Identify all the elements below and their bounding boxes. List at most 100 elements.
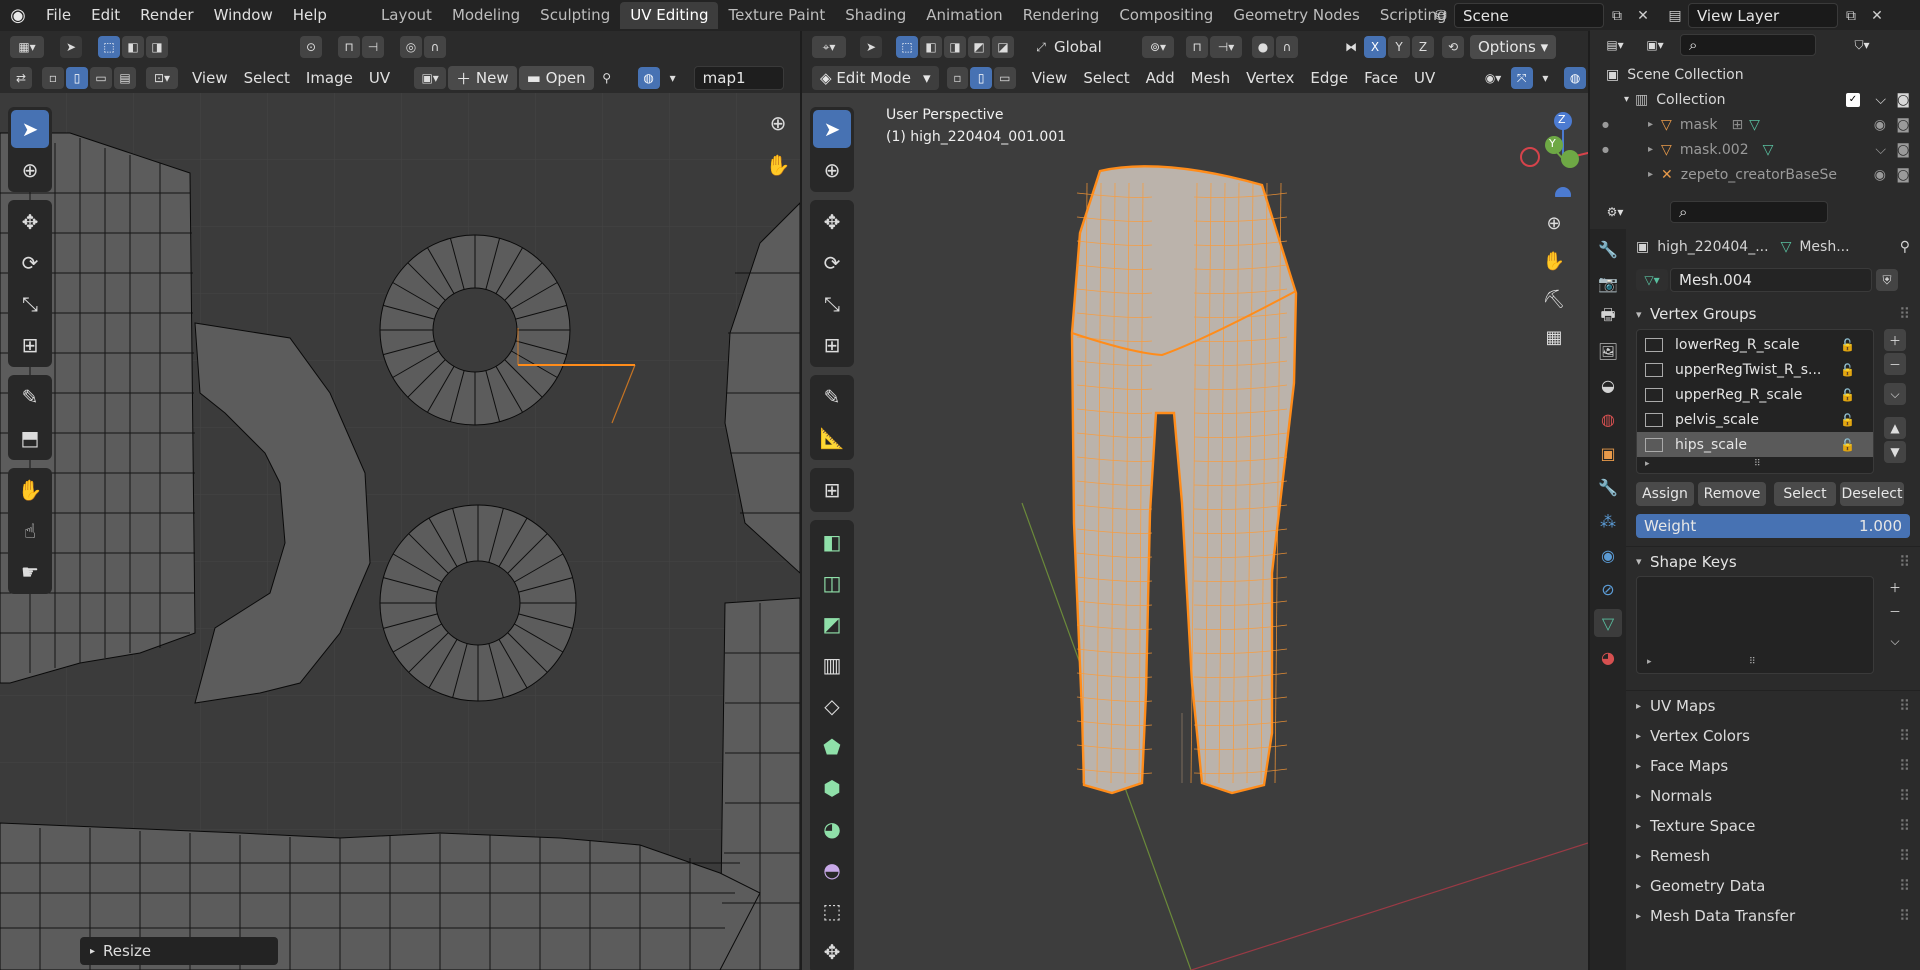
move-up-icon[interactable]: ▲ xyxy=(1884,417,1906,439)
section-mesh-data-transfer[interactable]: ▸ Mesh Data Transfer ⠿ xyxy=(1626,901,1920,931)
select-extend-icon[interactable]: ◧ xyxy=(122,36,144,58)
uv-sync-icon[interactable]: ⇄ xyxy=(10,67,32,89)
proportional-falloff-icon[interactable]: ∩ xyxy=(1276,36,1298,58)
close-view-layer-icon[interactable]: ✕ xyxy=(1864,3,1890,28)
viewport-zoom-icon[interactable]: ⊕ xyxy=(1538,207,1570,239)
mesh-name-field[interactable]: Mesh.004 xyxy=(1670,268,1872,292)
spin-icon[interactable]: ⬢ xyxy=(813,769,851,807)
viewport-pan-icon[interactable]: ✋ xyxy=(1538,245,1570,277)
properties-search-input[interactable]: ⌕ xyxy=(1670,201,1828,223)
vertex-group-list[interactable]: lowerReg_R_scale 🔓 upperRegTwist_R_s... 🔓 … xyxy=(1636,329,1874,474)
tab-sculpting[interactable]: Sculpting xyxy=(530,2,620,29)
extrude-icon[interactable]: ◧ xyxy=(813,523,851,561)
tab-shading[interactable]: Shading xyxy=(835,2,916,29)
lock-icon[interactable]: 🔓 xyxy=(1840,413,1855,427)
camera-view-icon[interactable]: ⛏ xyxy=(1538,283,1570,315)
drag-handle-icon[interactable]: ⠿ xyxy=(1899,907,1910,925)
outliner-scene-collection[interactable]: ▣ Scene Collection xyxy=(1590,62,1920,87)
drag-handle-icon[interactable]: ⠿ xyxy=(1899,727,1910,745)
edge-select-icon[interactable]: ▯ xyxy=(66,67,88,89)
drag-handle-icon[interactable]: ⠿ xyxy=(1899,787,1910,805)
list-filter-arrow-icon[interactable]: ▸ xyxy=(1645,459,1650,469)
box-extend-icon[interactable]: ◧ xyxy=(920,36,942,58)
image-browse-icon[interactable]: ▣▾ xyxy=(414,67,447,89)
pan-hand-icon[interactable]: ✋ xyxy=(762,149,794,181)
list-resize-handle-icon[interactable]: ⠿ xyxy=(1749,657,1756,667)
section-texture-space[interactable]: ▸ Texture Space ⠿ xyxy=(1626,811,1920,841)
drag-handle-icon[interactable]: ⠿ xyxy=(1899,817,1910,835)
outliner-editor-type-icon[interactable]: ▤▾ xyxy=(1598,34,1632,56)
poly-build-icon[interactable]: ⬟ xyxy=(813,728,851,766)
viewport-menu-mesh[interactable]: Mesh xyxy=(1183,69,1239,87)
viewport-transform-icon[interactable]: ⊞ xyxy=(813,326,851,364)
vertex-groups-panel-header[interactable]: ▾ Vertex Groups ⠿ xyxy=(1626,299,1920,329)
drag-handle-icon[interactable]: ⠿ xyxy=(1899,757,1910,775)
camera-icon[interactable]: ◙ xyxy=(1896,142,1910,158)
menu-render[interactable]: Render xyxy=(130,0,203,31)
outliner-item-zepeto[interactable]: ▸ ✕ zepeto_creatorBaseSe ◉ ◙ xyxy=(1590,162,1920,187)
viewport-menu-edge[interactable]: Edge xyxy=(1302,69,1356,87)
box-intersect-icon[interactable]: ◪ xyxy=(992,36,1014,58)
section-vertex-colors[interactable]: ▸ Vertex Colors ⠿ xyxy=(1626,721,1920,751)
viewport-select-box-icon[interactable]: ➤ xyxy=(813,110,851,148)
viewport-snap-icon[interactable]: ⊓ xyxy=(1186,36,1208,58)
viewport-cursor-icon[interactable]: ⊕ xyxy=(813,151,851,189)
bevel-icon[interactable]: ◩ xyxy=(813,605,851,643)
box-new-icon[interactable]: ⬚ xyxy=(896,36,918,58)
rip-region-icon[interactable]: ✥ xyxy=(813,933,851,970)
physics-tab-icon[interactable]: ◉ xyxy=(1594,541,1622,569)
display-mode-icon[interactable]: ▣▾ xyxy=(1638,34,1672,56)
zoom-icon[interactable]: ⊕ xyxy=(762,107,794,139)
shear-icon[interactable]: ⬚ xyxy=(813,892,851,930)
perspective-toggle-icon[interactable]: ▦ xyxy=(1538,321,1570,353)
snap-target-icon[interactable]: ⊣ xyxy=(362,36,384,58)
vertex-group-item[interactable]: pelvis_scale 🔓 xyxy=(1637,407,1873,432)
copy-scene-icon[interactable]: ⧉ xyxy=(1604,3,1630,28)
fake-user-icon[interactable]: ⛨ xyxy=(1876,269,1898,291)
output-tab-icon[interactable]: 🖶 xyxy=(1594,303,1622,331)
uv-menu-uv[interactable]: UV xyxy=(361,69,398,87)
section-remesh[interactable]: ▸ Remesh ⠿ xyxy=(1626,841,1920,871)
axis-y-toggle[interactable]: Y xyxy=(1388,36,1410,58)
smooth-icon[interactable]: ◕ xyxy=(813,810,851,848)
remove-shape-key-icon[interactable]: － xyxy=(1884,600,1906,622)
select-tool-icon[interactable]: ➤ xyxy=(60,36,82,58)
move-down-icon[interactable]: ▼ xyxy=(1884,441,1906,463)
knife-icon[interactable]: ◇ xyxy=(813,687,851,725)
menu-file[interactable]: File xyxy=(36,0,81,31)
box-subtract-icon[interactable]: ◨ xyxy=(944,36,966,58)
rip-tool-icon[interactable]: ⬒ xyxy=(11,419,49,457)
tab-geometry-nodes[interactable]: Geometry Nodes xyxy=(1223,2,1370,29)
tab-modeling[interactable]: Modeling xyxy=(442,2,530,29)
mesh-browse-icon[interactable]: ▽▾ xyxy=(1636,269,1668,291)
uv-menu-view[interactable]: View xyxy=(184,69,236,87)
select-box-tool-icon[interactable]: ➤ xyxy=(11,110,49,148)
tool-tab-icon[interactable]: 🔧 xyxy=(1594,235,1622,263)
mirror-icon[interactable]: ⧓ xyxy=(1340,36,1362,58)
drag-handle-icon[interactable]: ⠿ xyxy=(1899,847,1910,865)
camera-icon[interactable]: ◙ xyxy=(1896,117,1910,133)
navigation-gizmo[interactable]: Z Y X xyxy=(1518,107,1588,203)
lock-icon[interactable]: 🔓 xyxy=(1840,363,1855,377)
tab-animation[interactable]: Animation xyxy=(916,2,1012,29)
vertex-group-specials-icon[interactable]: ⌵ xyxy=(1884,383,1906,405)
proportional-edit-icon[interactable]: ● xyxy=(1252,36,1274,58)
modifier-tab-icon[interactable]: 🔧 xyxy=(1594,473,1622,501)
uv-canvas[interactable] xyxy=(0,93,800,970)
menu-edit[interactable]: Edit xyxy=(81,0,130,31)
vertex-select-icon[interactable]: ▫ xyxy=(42,67,64,89)
eye-hidden-icon[interactable]: ⌵ xyxy=(1875,142,1886,158)
grab-tool-icon[interactable]: ✋ xyxy=(11,471,49,509)
section-face-maps[interactable]: ▸ Face Maps ⠿ xyxy=(1626,751,1920,781)
properties-editor-type-icon[interactable]: ⚙▾ xyxy=(1598,201,1632,223)
tab-uv-editing[interactable]: UV Editing xyxy=(620,2,719,29)
render-tab-icon[interactable]: 📷 xyxy=(1594,269,1622,297)
island-select-icon[interactable]: ▤ xyxy=(114,67,136,89)
relax-tool-icon[interactable]: ☝ xyxy=(11,512,49,550)
lock-icon[interactable]: 🔓 xyxy=(1840,388,1855,402)
vertex-group-item[interactable]: upperRegTwist_R_s... 🔓 xyxy=(1637,357,1873,382)
lock-icon[interactable]: 🔓 xyxy=(1840,338,1855,352)
outliner-item-mask[interactable]: ● ▸ ▽ mask ⊞ ▽ ◉ ◙ xyxy=(1590,112,1920,137)
move-tool-icon[interactable]: ✥ xyxy=(11,203,49,241)
add-cube-icon[interactable]: ⊞ xyxy=(813,471,851,509)
